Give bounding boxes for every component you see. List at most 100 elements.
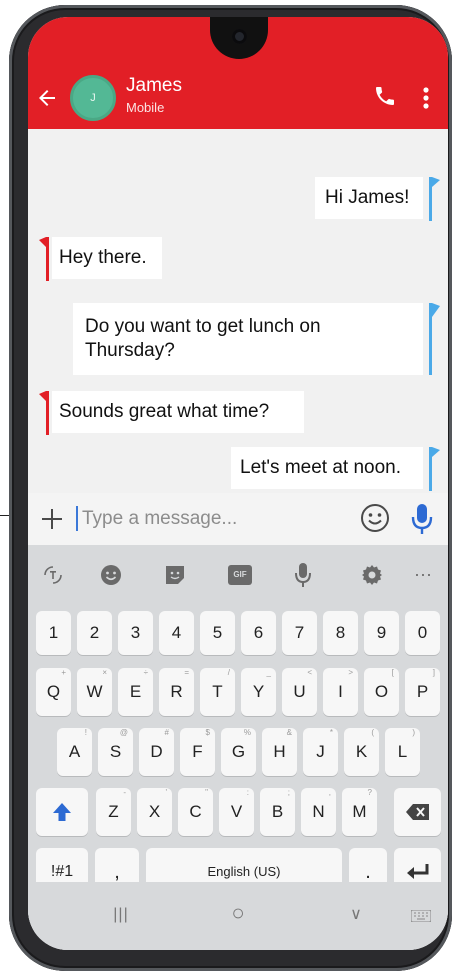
message-bubble-received[interactable]: Hey there. xyxy=(52,237,162,279)
key-s[interactable]: S @ xyxy=(98,728,133,776)
key-label: T xyxy=(212,682,223,701)
text-cursor xyxy=(76,506,78,531)
number-row: 1 2 3 4 5 6 7 8 9 0 xyxy=(28,611,448,655)
key-q[interactable]: Q + xyxy=(36,668,71,716)
key-h[interactable]: H & xyxy=(262,728,297,776)
key-hint: ( xyxy=(371,728,374,737)
translate-icon[interactable] xyxy=(41,563,65,587)
key-label: L xyxy=(397,742,408,761)
key-label: 6 xyxy=(253,623,264,642)
key-label: W xyxy=(86,682,103,701)
microphone-icon[interactable] xyxy=(410,502,434,536)
key-hint: _ xyxy=(266,668,271,677)
key-label: 3 xyxy=(130,623,141,642)
plus-icon[interactable] xyxy=(40,507,64,531)
key-g[interactable]: G% xyxy=(221,728,256,776)
backspace-key[interactable] xyxy=(394,788,441,836)
number-key-3[interactable]: 3 xyxy=(118,611,153,655)
key-label: D xyxy=(150,742,163,761)
key-hint: × xyxy=(102,668,107,677)
back-arrow-icon[interactable] xyxy=(33,83,61,113)
key-label: U xyxy=(293,682,306,701)
key-v[interactable]: V: xyxy=(219,788,254,836)
number-key-0[interactable]: 0 xyxy=(405,611,440,655)
key-d[interactable]: D # xyxy=(139,728,174,776)
conversation-header: J James Mobile xyxy=(28,69,448,129)
key-l[interactable]: L) xyxy=(385,728,420,776)
key-e[interactable]: E ÷ xyxy=(118,668,153,716)
key-hint: ? xyxy=(367,788,372,797)
key-c[interactable]: C " xyxy=(178,788,213,836)
emoji-icon[interactable] xyxy=(99,563,123,587)
key-p[interactable]: P] xyxy=(405,668,440,716)
key-n[interactable]: N, xyxy=(301,788,336,836)
settings-icon[interactable] xyxy=(360,563,384,587)
number-key-4[interactable]: 4 xyxy=(159,611,194,655)
number-key-7[interactable]: 7 xyxy=(282,611,317,655)
keyboard-toolbar: GIF ··· xyxy=(28,545,448,605)
more-horiz-icon[interactable]: ··· xyxy=(410,563,436,587)
message-bubble-sent[interactable]: Hi James! xyxy=(315,177,423,219)
number-key-8[interactable]: 8 xyxy=(323,611,358,655)
message-input[interactable]: Type a message... xyxy=(76,503,346,535)
back-button[interactable]: ∨ xyxy=(341,900,371,930)
message-bubble-sent[interactable]: Do you want to get lunch on Thursday? xyxy=(73,303,423,375)
number-key-6[interactable]: 6 xyxy=(241,611,276,655)
gif-icon[interactable]: GIF xyxy=(228,565,252,585)
recent-apps-button[interactable]: ||| xyxy=(106,900,136,930)
key-y[interactable]: Y _ xyxy=(241,668,276,716)
key-z[interactable]: Z- xyxy=(96,788,131,836)
key-i[interactable]: I > xyxy=(323,668,358,716)
more-vert-icon[interactable] xyxy=(420,83,432,113)
key-label: Y xyxy=(252,682,265,701)
key-u[interactable]: U < xyxy=(282,668,317,716)
avatar[interactable]: J xyxy=(70,75,116,121)
emoji-icon[interactable] xyxy=(360,503,390,533)
letter-row-2: A! S @ D # F $ G% H & J * K(L) xyxy=(28,728,448,776)
key-label: O xyxy=(374,682,389,701)
key-hint: ! xyxy=(84,728,87,737)
key-hint: # xyxy=(164,728,169,737)
key-hint: = xyxy=(184,668,189,677)
key-label: Z xyxy=(108,802,119,821)
key-t[interactable]: T / xyxy=(200,668,235,716)
key-label: 9 xyxy=(376,623,387,642)
shift-key[interactable] xyxy=(36,788,88,836)
key-j[interactable]: J * xyxy=(303,728,338,776)
key-label: H xyxy=(273,742,286,761)
navigation-bar: ||| ○ ∨ xyxy=(28,882,448,950)
key-k[interactable]: K( xyxy=(344,728,379,776)
key-f[interactable]: F $ xyxy=(180,728,215,776)
home-button[interactable]: ○ xyxy=(223,898,253,928)
key-r[interactable]: R = xyxy=(159,668,194,716)
phone-icon[interactable] xyxy=(373,84,399,110)
number-key-9[interactable]: 9 xyxy=(364,611,399,655)
key-a[interactable]: A! xyxy=(57,728,92,776)
number-key-1[interactable]: 1 xyxy=(36,611,71,655)
key-label: 2 xyxy=(89,623,100,642)
key-label: 5 xyxy=(212,623,223,642)
key-label: N xyxy=(312,802,325,821)
key-o[interactable]: O[ xyxy=(364,668,399,716)
contact-name: James xyxy=(126,75,182,96)
key-hint: [ xyxy=(391,668,394,677)
key-b[interactable]: B; xyxy=(260,788,295,836)
number-key-2[interactable]: 2 xyxy=(77,611,112,655)
key-hint: $ xyxy=(205,728,210,737)
key-m[interactable]: M? xyxy=(342,788,377,836)
key-hint: ÷ xyxy=(143,668,148,677)
sticker-icon[interactable] xyxy=(163,563,187,587)
key-hint: : xyxy=(246,788,249,797)
key-w[interactable]: W × xyxy=(77,668,112,716)
key-label: S xyxy=(109,742,122,761)
number-key-5[interactable]: 5 xyxy=(200,611,235,655)
key-label: Q xyxy=(46,682,61,701)
message-bubble-sent[interactable]: Let's meet at noon. xyxy=(231,447,423,489)
voice-icon[interactable] xyxy=(293,561,313,589)
message-bubble-received[interactable]: Sounds great what time? xyxy=(52,391,304,433)
status-bar xyxy=(28,17,448,69)
key-x[interactable]: X ' xyxy=(137,788,172,836)
key-hint: ] xyxy=(432,668,435,677)
key-label: I xyxy=(338,682,343,701)
keyboard-hide-icon[interactable] xyxy=(410,909,432,923)
